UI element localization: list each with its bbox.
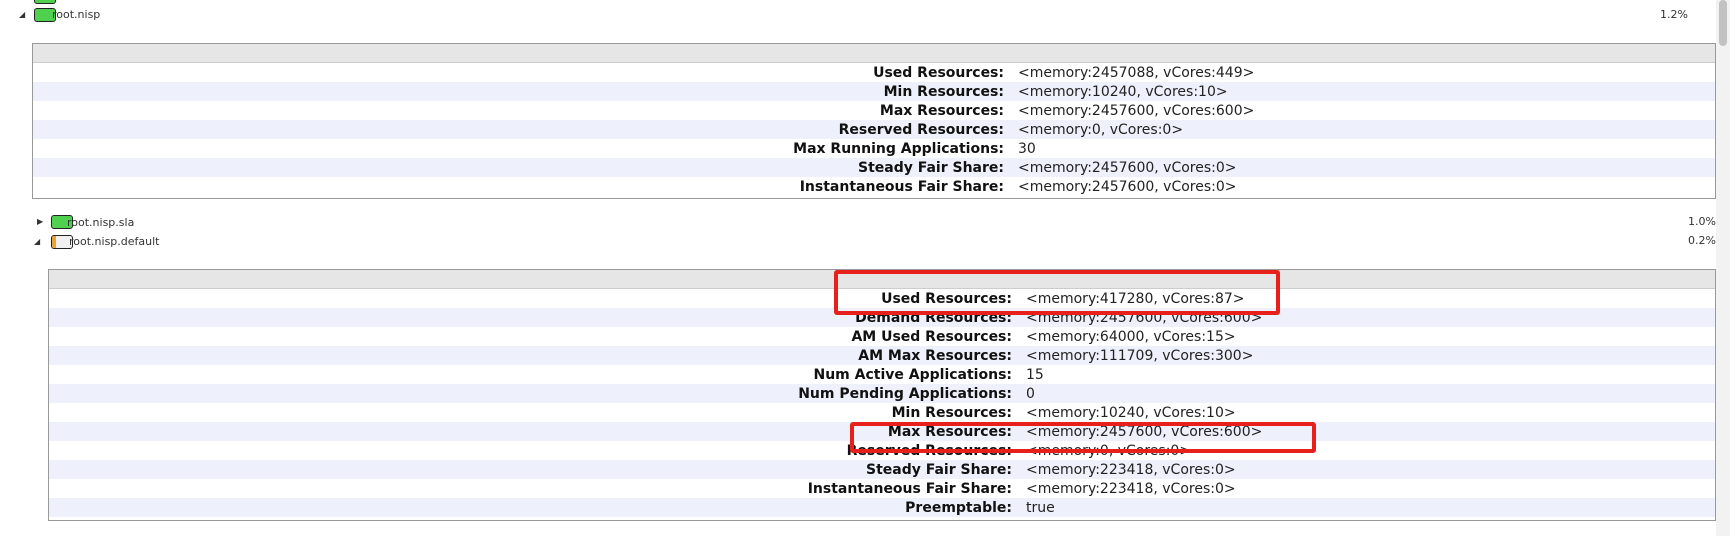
queue-name-root-nisp-sla[interactable]: root.nisp.sla — [67, 216, 134, 229]
info-value: <memory:64000, vCores:15> — [1026, 328, 1236, 345]
info-value: <memory:2457088, vCores:449> — [1018, 64, 1255, 81]
info-value: <memory:0, vCores:0> — [1018, 121, 1184, 138]
info-row: Max Resources: <memory:2457600, vCores:60… — [33, 101, 1715, 120]
queue-usage-fill — [52, 236, 56, 248]
scrollbar-thumb[interactable] — [1719, 0, 1727, 46]
queue-name-root-nisp[interactable]: root.nisp — [52, 8, 100, 21]
info-row: Instantaneous Fair Share: <memory:2457600… — [33, 177, 1715, 196]
info-value: <memory:10240, vCores:10> — [1026, 404, 1236, 421]
info-row: Max Running Applications: 30 — [33, 139, 1715, 158]
info-label: Reserved Resources: — [838, 121, 1004, 138]
info-row: Reserved Resources: <memory:0, vCores:0> — [33, 120, 1715, 139]
collapse-triangle-icon[interactable]: ◢ — [34, 237, 40, 247]
info-label: Used Resources: — [873, 64, 1004, 81]
expand-triangle-icon[interactable]: ▶ — [37, 217, 43, 227]
info-row: Steady Fair Share: <memory:2457600, vCore… — [33, 158, 1715, 177]
queue-usage-bar — [34, 0, 56, 4]
info-value: <memory:2457600, vCores:0> — [1018, 159, 1237, 176]
annotation-box-max-resources — [850, 422, 1316, 453]
collapse-triangle-icon[interactable]: ◢ — [19, 10, 25, 20]
info-value: 0 — [1026, 385, 1035, 402]
info-row: Steady Fair Share: <memory:223418, vCores… — [49, 460, 1715, 479]
info-row: Used Resources: <memory:2457088, vCores:4… — [33, 63, 1715, 82]
info-row: Num Active Applications: 15 — [49, 365, 1715, 384]
info-label: Max Running Applications: — [793, 140, 1004, 157]
panel-header — [33, 44, 1715, 63]
info-row: Preemptable: true — [49, 498, 1715, 517]
info-label: Num Pending Applications: — [798, 385, 1012, 402]
info-row: Min Resources: <memory:10240, vCores:10> — [49, 403, 1715, 422]
info-label: Instantaneous Fair Share: — [807, 480, 1012, 497]
info-label: Max Resources: — [879, 102, 1004, 119]
queue-percent: 1.2% — [1660, 8, 1688, 21]
vertical-scrollbar[interactable] — [1716, 0, 1730, 536]
info-label: Min Resources: — [891, 404, 1012, 421]
queue-percent: 1.0% — [1688, 215, 1716, 228]
queue-name-root-nisp-default[interactable]: root.nisp.default — [69, 235, 160, 248]
info-value: <memory:2457600, vCores:600> — [1018, 102, 1255, 119]
info-label: AM Used Resources: — [851, 328, 1012, 345]
info-row: AM Max Resources: <memory:111709, vCores:… — [49, 346, 1715, 365]
annotation-box-used-resources — [834, 270, 1280, 315]
info-label: Preemptable: — [905, 499, 1012, 516]
queue-info-table: Used Resources: <memory:2457088, vCores:4… — [33, 63, 1715, 196]
info-row: Instantaneous Fair Share: <memory:223418,… — [49, 479, 1715, 498]
info-label: Num Active Applications: — [813, 366, 1013, 383]
queue-percent: 0.2% — [1688, 234, 1716, 247]
queue-info-table: Used Resources: <memory:417280, vCores:87… — [49, 289, 1715, 517]
info-label: Instantaneous Fair Share: — [799, 178, 1004, 195]
info-label: Steady Fair Share: — [857, 159, 1004, 176]
info-row: AM Used Resources: <memory:64000, vCores:… — [49, 327, 1715, 346]
info-value: 30 — [1018, 140, 1036, 157]
info-value: <memory:10240, vCores:10> — [1018, 83, 1228, 100]
info-value: <memory:223418, vCores:0> — [1026, 461, 1236, 478]
info-value: 15 — [1026, 366, 1044, 383]
info-value: <memory:111709, vCores:300> — [1026, 347, 1254, 364]
info-label: AM Max Resources: — [858, 347, 1012, 364]
info-value: <memory:223418, vCores:0> — [1026, 480, 1236, 497]
info-row: Num Pending Applications: 0 — [49, 384, 1715, 403]
info-row: Min Resources: <memory:10240, vCores:10> — [33, 82, 1715, 101]
queue-info-panel-root-nisp: Used Resources: <memory:2457088, vCores:4… — [32, 43, 1716, 199]
info-value: true — [1026, 499, 1055, 516]
info-label: Steady Fair Share: — [865, 461, 1012, 478]
info-value: <memory:2457600, vCores:0> — [1018, 178, 1237, 195]
info-label: Min Resources: — [883, 83, 1004, 100]
